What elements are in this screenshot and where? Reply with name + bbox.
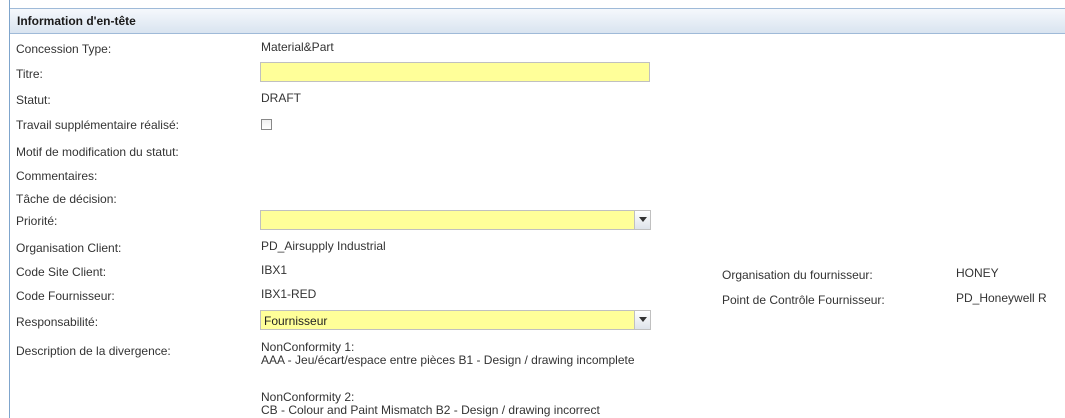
responsabilite-label: Responsabilité: (16, 315, 99, 329)
nonconformity-item: NonConformity 1: AAA - Jeu/écart/espace … (261, 341, 635, 367)
titre-label: Titre: (16, 67, 43, 81)
point-controle-fournisseur-value: PD_Honeywell R (956, 291, 1047, 305)
chevron-down-icon (639, 317, 647, 322)
travail-supplementaire-checkbox[interactable] (261, 119, 272, 130)
code-site-client-value: IBX1 (261, 263, 288, 277)
commentaires-label: Commentaires: (16, 169, 98, 183)
organisation-client-value: PD_Airsupply Industrial (261, 239, 386, 253)
responsabilite-select[interactable]: Fournisseur (260, 310, 651, 330)
section-title: Information d'en-tête (17, 14, 136, 28)
description-divergence-label: Description de la divergence: (16, 344, 171, 358)
travail-supplementaire-label: Travail supplémentaire réalisé: (16, 118, 179, 132)
tache-decision-label: Tâche de décision: (16, 192, 117, 206)
organisation-client-label: Organisation Client: (16, 241, 122, 255)
responsabilite-select-value: Fournisseur (264, 314, 328, 328)
organisation-fournisseur-label: Organisation du fournisseur: (722, 268, 873, 282)
responsabilite-dropdown-button[interactable] (634, 311, 650, 329)
concession-type-label: Concession Type: (16, 42, 112, 56)
nonconformity-text: CB - Colour and Paint Mismatch B2 - Desi… (261, 403, 600, 417)
organisation-fournisseur-value: HONEY (956, 266, 999, 280)
priorite-label: Priorité: (16, 214, 58, 228)
section-header: Information d'en-tête (10, 8, 1065, 34)
code-site-client-label: Code Site Client: (16, 265, 107, 279)
nonconformity-item: NonConformity 2: CB - Colour and Paint M… (261, 391, 600, 417)
code-fournisseur-label: Code Fournisseur: (16, 289, 115, 303)
statut-label: Statut: (16, 93, 51, 107)
priorite-dropdown-button[interactable] (634, 211, 650, 229)
point-controle-fournisseur-label: Point de Contrôle Fournisseur: (722, 293, 885, 307)
titre-input[interactable] (260, 62, 650, 82)
code-fournisseur-value: IBX1-RED (261, 287, 317, 301)
statut-value: DRAFT (261, 91, 301, 105)
motif-label: Motif de modification du statut: (16, 145, 179, 159)
priorite-select[interactable] (260, 210, 651, 230)
chevron-down-icon (639, 217, 647, 222)
concession-type-value: Material&Part (261, 40, 334, 54)
nonconformity-text: AAA - Jeu/écart/espace entre pièces B1 -… (261, 353, 635, 367)
